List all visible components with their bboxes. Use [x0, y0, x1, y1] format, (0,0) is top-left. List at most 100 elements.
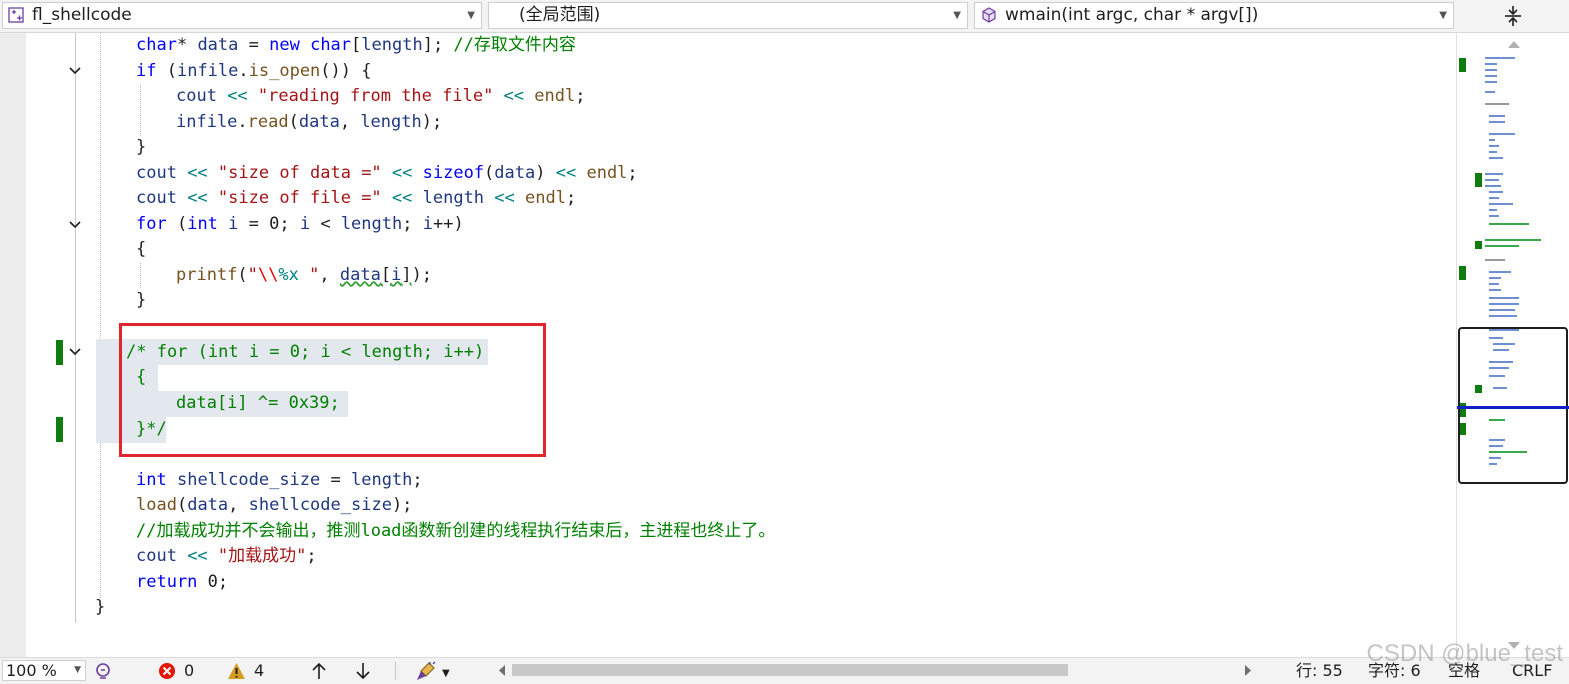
indent-guide — [140, 85, 141, 136]
token-var: i — [228, 214, 239, 234]
intellicode-icon[interactable] — [93, 661, 113, 681]
token-type: char — [136, 35, 177, 55]
member-dropdown[interactable]: wmain(int argc, char * argv[]) ▼ — [974, 2, 1454, 29]
token-var: i — [299, 214, 311, 234]
code-line[interactable]: char* data = new char[length]; //存取文件内容 — [136, 33, 576, 58]
project-dropdown[interactable]: fl_shellcode ▼ — [2, 2, 482, 29]
warning-icon[interactable] — [227, 662, 246, 680]
token-var: data — [187, 495, 229, 515]
token-var: length — [350, 470, 413, 490]
highlight-box — [119, 323, 546, 457]
token-string: "size of file =" — [217, 188, 382, 208]
code-line[interactable]: for (int i = 0; i < length; i++) — [136, 212, 464, 237]
minimap-code — [1489, 309, 1515, 311]
token-type: int — [136, 470, 167, 490]
code-line[interactable]: } — [95, 595, 105, 620]
token-var: infile — [176, 61, 239, 81]
token-function: endl — [525, 188, 566, 208]
outline-guide — [75, 33, 76, 623]
change-marker — [56, 340, 63, 365]
glyph-margin — [0, 33, 26, 657]
token-var: i — [422, 214, 433, 234]
scroll-left-icon[interactable] — [497, 664, 506, 677]
scroll-up-icon[interactable] — [1507, 39, 1521, 49]
indent-guide — [100, 33, 101, 598]
code-line[interactable]: } — [136, 135, 146, 160]
token-function: endl — [586, 163, 628, 183]
token-op: ; — [565, 188, 577, 208]
minimap-code — [1489, 157, 1503, 159]
collapse-icon[interactable] — [68, 345, 82, 359]
zoom-level: 100 % — [6, 661, 57, 680]
horizontal-scrollbar-thumb[interactable] — [512, 664, 1068, 676]
code-editor[interactable]: char* data = new char[length]; //存取文件内容 … — [0, 33, 1455, 657]
scope-name: (全局范围) — [519, 5, 601, 25]
code-line[interactable]: printf("\\%x ", data[i]); — [176, 263, 432, 288]
chevron-down-icon[interactable]: ▼ — [442, 664, 450, 684]
method-icon — [982, 7, 996, 23]
token-string: " — [298, 265, 320, 285]
minimap-caret-line — [1457, 406, 1569, 409]
scope-dropdown[interactable]: (全局范围) ▼ — [488, 2, 968, 29]
code-line[interactable]: } — [136, 288, 146, 313]
change-marker — [56, 417, 63, 442]
token-comment: //存取文件内容 — [453, 35, 576, 55]
code-line[interactable]: //加载成功并不会输出，推测load函数新创建的线程执行结束后，主进程也终止了。 — [136, 519, 775, 544]
code-line[interactable]: return 0; — [136, 570, 228, 595]
token-brace: } — [136, 137, 147, 157]
minimap-code — [1485, 91, 1495, 93]
token-var: length — [360, 112, 422, 132]
code-line[interactable]: infile.read(data, length); — [176, 110, 442, 135]
token-op: << — [484, 188, 525, 208]
error-count[interactable]: 0 — [184, 661, 194, 681]
collapse-icon[interactable] — [68, 64, 82, 78]
code-line[interactable]: { — [136, 237, 146, 262]
minimap-code — [1485, 57, 1515, 59]
token-op: = — [238, 35, 270, 55]
minimap-code — [1489, 223, 1529, 225]
code-line[interactable]: int shellcode_size = length; — [136, 468, 423, 493]
arrow-down-icon[interactable] — [355, 662, 371, 680]
warning-count[interactable]: 4 — [254, 661, 264, 681]
error-icon[interactable] — [158, 662, 176, 680]
minimap-code — [1489, 139, 1495, 141]
token-brace: { — [136, 239, 147, 259]
minimap-code — [1489, 315, 1517, 317]
minimap-code — [1489, 151, 1497, 153]
code-line[interactable]: cout << "加载成功"; — [136, 544, 317, 569]
code-cleanup-icon[interactable] — [415, 660, 437, 682]
code-line[interactable]: if (infile.is_open()) { — [136, 59, 371, 84]
token-var: data — [494, 163, 536, 183]
token-op: << — [176, 188, 218, 208]
project-name: fl_shellcode — [32, 5, 132, 25]
minimap-code — [1489, 209, 1497, 211]
token-op: [ — [351, 35, 362, 55]
scroll-right-icon[interactable] — [1244, 664, 1253, 677]
token-function: printf — [176, 265, 238, 285]
collapse-icon[interactable] — [68, 218, 82, 232]
token-op: , — [228, 495, 249, 515]
minimap-code — [1485, 239, 1541, 241]
code-line[interactable]: cout << "reading from the file" << endl; — [176, 84, 585, 109]
token-op: ; — [402, 214, 423, 234]
token-op: << — [216, 86, 258, 106]
code-line[interactable]: cout << "size of data =" << sizeof(data)… — [136, 161, 638, 186]
minimap-code — [1485, 259, 1505, 261]
token-op: ++) — [432, 214, 464, 234]
code-line[interactable]: cout << "size of file =" << length << en… — [136, 186, 576, 211]
token-var: i — [391, 265, 402, 285]
split-window-button[interactable] — [1458, 2, 1568, 29]
divider — [395, 662, 396, 680]
token-op: ; — [412, 470, 423, 490]
token-keyword: if — [136, 61, 157, 81]
minimap-scrollbar[interactable] — [1456, 33, 1569, 657]
minimap-code — [1489, 133, 1515, 135]
token-var: cout — [136, 163, 177, 183]
minimap-code — [1489, 303, 1519, 305]
line-indicator[interactable]: 行: 55 — [1296, 661, 1343, 681]
zoom-dropdown[interactable]: 100 % ▼ — [2, 660, 86, 681]
code-line[interactable]: load(data, shellcode_size); — [136, 493, 412, 518]
minimap-code — [1485, 179, 1499, 181]
arrow-up-icon[interactable] — [311, 662, 327, 680]
